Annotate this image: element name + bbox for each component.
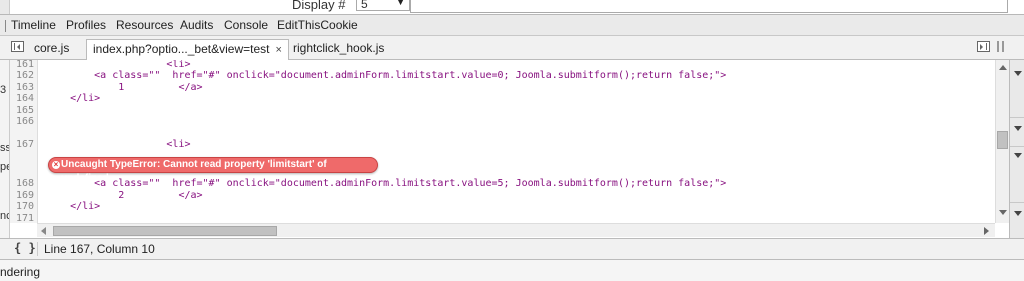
horizontal-scrollbar[interactable]: [37, 223, 995, 237]
code-line: <li>: [46, 60, 191, 70]
expand-arrow-icon[interactable]: [1014, 71, 1022, 76]
page-left-edge: [0, 0, 10, 14]
left-clipped-panel: 3 ss pe nc: [0, 60, 10, 238]
line-number[interactable]: 164: [10, 93, 34, 105]
close-tab-icon[interactable]: ×: [275, 44, 281, 56]
code-line: </li>: [46, 93, 101, 104]
sidebar-divider: [1010, 202, 1024, 203]
file-tab-label: index.php?optio..._bet&view=test: [93, 42, 270, 56]
cursor-position: Line 167, Column 10: [44, 242, 155, 256]
expand-arrow-icon[interactable]: [1014, 153, 1022, 158]
browser-status-text: ndering: [0, 265, 41, 279]
display-count-value: 5: [361, 0, 368, 11]
toggle-debugger-icon[interactable]: [977, 41, 990, 52]
line-number[interactable]: 169: [10, 190, 34, 202]
vertical-scroll-thumb[interactable]: [997, 131, 1008, 149]
source-file-tabs: core.js index.php?optio..._bet&view=test…: [0, 36, 1024, 60]
line-number[interactable]: 165: [10, 105, 34, 117]
sidebar-divider: [1010, 117, 1024, 118]
file-tab-core-js[interactable]: core.js: [28, 39, 75, 59]
toggle-navigator-icon[interactable]: [11, 41, 24, 52]
display-count-label: Display #: [292, 0, 346, 12]
error-bubble: × Uncaught TypeError: Cannot read proper…: [48, 157, 378, 184]
clipped-text: pe: [0, 161, 9, 173]
code-line: <a class="" href="#" onclick="document.a…: [46, 70, 727, 81]
code-line: <li>: [46, 139, 191, 150]
file-tab-label: rightclick_hook.js: [293, 41, 385, 55]
tab-profiles[interactable]: Profiles: [66, 18, 106, 32]
file-tab-label: core.js: [34, 41, 70, 55]
code-line: </li>: [46, 201, 101, 212]
browser-status-strip: ndering: [0, 260, 1024, 281]
panel-tabs-separator: [5, 20, 6, 32]
line-number[interactable]: 162: [10, 70, 34, 82]
error-icon: ×: [52, 160, 60, 169]
clipped-text: nc: [0, 210, 9, 222]
scroll-down-icon[interactable]: [999, 210, 1007, 215]
status-divider: [37, 242, 38, 256]
line-number[interactable]: 166: [10, 116, 34, 128]
clipped-text: 3: [0, 84, 7, 96]
display-count-select[interactable]: 5 ▼: [356, 0, 410, 11]
pretty-print-button[interactable]: { }: [14, 241, 36, 255]
editor-status-bar: { } Line 167, Column 10: [0, 238, 1024, 260]
expand-arrow-icon[interactable]: [1014, 126, 1022, 131]
line-number[interactable]: 171: [10, 213, 34, 224]
code-line: <a class="" href="#" onclick="document.a…: [46, 178, 727, 189]
scroll-up-icon[interactable]: [999, 65, 1007, 70]
tab-editthiscookie[interactable]: EditThisCookie: [277, 18, 358, 32]
expand-arrow-icon[interactable]: [1014, 211, 1022, 216]
tab-resources[interactable]: Resources: [116, 18, 173, 32]
source-editor[interactable]: 161 162 163 164 165 166 167 168 169 170 171 <li> <…: [10, 60, 995, 223]
tab-console[interactable]: Console: [224, 18, 268, 32]
line-number[interactable]: 161: [10, 60, 34, 71]
scroll-left-icon[interactable]: [41, 227, 46, 235]
vertical-scrollbar[interactable]: [995, 60, 1010, 223]
right-sidebar-panel: [1009, 60, 1024, 238]
line-number[interactable]: 167: [10, 139, 34, 151]
line-number[interactable]: 163: [10, 82, 34, 94]
code-line: 2 </a>: [46, 189, 203, 201]
sidebar-divider: [1010, 146, 1024, 147]
code-line: 1 </a>: [46, 81, 203, 93]
tab-timeline[interactable]: Timeline: [11, 18, 56, 32]
line-number[interactable]: 170: [10, 201, 34, 213]
pause-icon[interactable]: [997, 41, 1004, 52]
file-tab-index-php[interactable]: index.php?optio..._bet&view=test ×: [86, 39, 289, 60]
file-tab-rightclick-hook-js[interactable]: rightclick_hook.js: [287, 39, 390, 59]
scroll-right-icon[interactable]: [984, 227, 989, 235]
devtools-panel-tabs: Timeline Profiles Resources Audits Conso…: [0, 14, 1024, 36]
clipped-text: ss: [0, 142, 10, 154]
page-content-box: [410, 0, 1008, 13]
tab-audits[interactable]: Audits: [180, 18, 213, 32]
line-number-gutter[interactable]: 161 162 163 164 165 166 167 168 169 170 171: [10, 60, 38, 223]
line-number[interactable]: 168: [10, 178, 34, 190]
horizontal-scroll-thumb[interactable]: [53, 226, 277, 236]
dropdown-arrow-icon: ▼: [396, 0, 405, 7]
